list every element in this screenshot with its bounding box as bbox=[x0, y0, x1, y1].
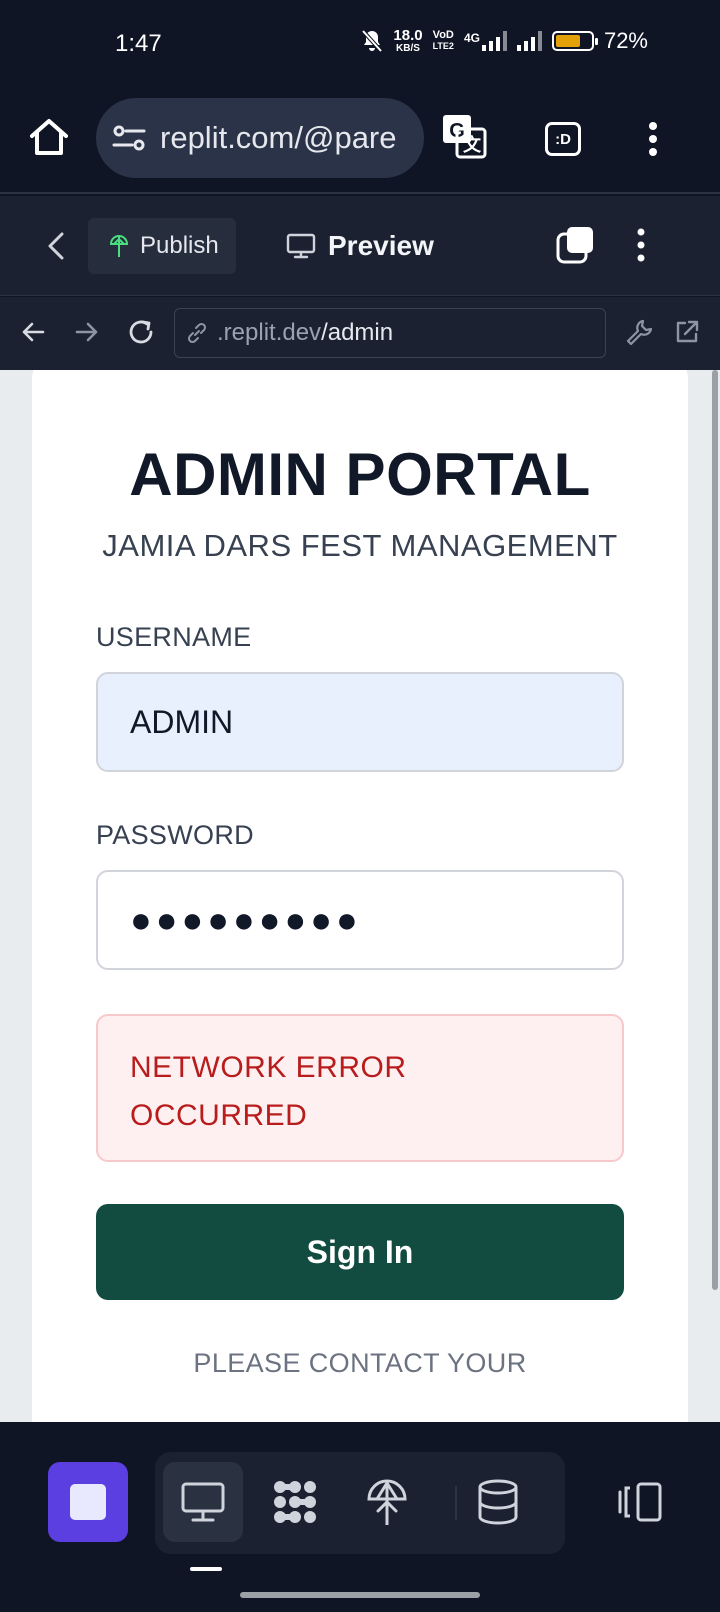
external-link-icon bbox=[676, 320, 699, 343]
preview-url-input[interactable]: .replit.dev/admin bbox=[174, 308, 606, 358]
arrow-right-icon bbox=[75, 322, 98, 342]
net-speed: 18.0 KB/S bbox=[393, 27, 423, 54]
tab-preview[interactable]: Preview bbox=[286, 218, 434, 274]
stop-icon bbox=[70, 1484, 106, 1520]
replit-toolbar: Publish Preview bbox=[0, 196, 720, 296]
home-button[interactable] bbox=[24, 112, 74, 162]
arrow-left-icon bbox=[22, 322, 45, 342]
preview-label: Preview bbox=[328, 230, 434, 261]
tabs-button[interactable] bbox=[552, 222, 598, 268]
status-time: 1:47 bbox=[115, 30, 162, 57]
kebab-menu-icon bbox=[637, 228, 645, 262]
mute-bell-icon bbox=[361, 29, 383, 53]
tool-group bbox=[155, 1452, 565, 1554]
status-bar: 1:47 18.0 KB/S VoD LTE2 4G 72% bbox=[0, 0, 720, 90]
battery-fill bbox=[555, 35, 581, 47]
page-subtitle: JAMIA DARS FEST MANAGEMENT bbox=[102, 528, 618, 563]
password-label: PASSWORD bbox=[96, 820, 254, 850]
home-icon bbox=[30, 119, 68, 155]
url-text: replit.com/@pare bbox=[160, 120, 397, 155]
extension-icon: :D bbox=[545, 122, 581, 156]
contact-admin-text: PLEASE CONTACT YOUR bbox=[193, 1348, 527, 1378]
login-form: ADMIN PORTAL JAMIA DARS FEST MANAGEMENT … bbox=[32, 360, 688, 1422]
tool-database[interactable] bbox=[458, 1462, 538, 1542]
username-value: ADMIN bbox=[130, 703, 234, 740]
tool-divider bbox=[455, 1486, 457, 1520]
panels-icon bbox=[618, 1482, 662, 1522]
translate-button[interactable]: G 文 bbox=[440, 112, 488, 160]
link-icon bbox=[187, 322, 207, 344]
svg-text:文: 文 bbox=[463, 134, 482, 155]
battery-percent: 72% bbox=[603, 28, 648, 53]
replit-menu-button[interactable] bbox=[618, 222, 664, 268]
reload-button[interactable] bbox=[122, 313, 160, 351]
wrench-icon bbox=[626, 319, 653, 346]
error-line-1: NETWORK ERROR bbox=[130, 1051, 407, 1084]
username-label: USERNAME bbox=[96, 622, 252, 652]
status-icons: 18.0 KB/S VoD LTE2 4G 72% bbox=[361, 28, 648, 54]
browser-toolbar: replit.com/@pare G 文 :D bbox=[0, 90, 720, 194]
open-new-tab-button[interactable] bbox=[668, 313, 706, 351]
scrollbar[interactable] bbox=[712, 370, 718, 1290]
nav-back-button[interactable] bbox=[14, 313, 52, 351]
tool-agent[interactable] bbox=[255, 1462, 335, 1542]
tool-deployments[interactable] bbox=[347, 1462, 427, 1542]
signal-bars-2-icon bbox=[516, 31, 542, 51]
stop-button[interactable] bbox=[48, 1462, 128, 1542]
signal-4g: 4G bbox=[464, 31, 507, 51]
tabs-icon bbox=[556, 227, 593, 264]
bottom-toolbar bbox=[0, 1422, 720, 1612]
publish-icon bbox=[109, 235, 129, 257]
tool-preview[interactable] bbox=[163, 1462, 243, 1542]
url-path: /admin bbox=[321, 319, 394, 346]
publish-label: Publish bbox=[140, 232, 219, 259]
reload-icon bbox=[129, 320, 153, 344]
browser-menu-button[interactable] bbox=[630, 116, 676, 162]
signal-bars-icon bbox=[481, 31, 507, 51]
translate-icon: G 文 bbox=[443, 115, 487, 159]
battery-icon bbox=[551, 31, 598, 51]
gesture-bar[interactable] bbox=[240, 1592, 480, 1598]
database-icon bbox=[478, 1479, 518, 1525]
extension-button[interactable]: :D bbox=[540, 116, 586, 162]
password-value: ●●●●●●●●● bbox=[130, 899, 362, 940]
devtools-button[interactable] bbox=[620, 313, 658, 351]
url-bar[interactable]: replit.com/@pare bbox=[96, 98, 424, 178]
volte-indicator: VoD LTE2 bbox=[432, 29, 454, 52]
active-tab-indicator bbox=[190, 1567, 222, 1571]
site-settings-icon bbox=[112, 125, 146, 151]
chevron-left-icon bbox=[48, 232, 64, 260]
nav-forward-button[interactable] bbox=[68, 313, 106, 351]
deploy-icon bbox=[367, 1479, 407, 1525]
error-line-2: OCCURRED bbox=[130, 1099, 308, 1132]
url-domain: .replit.dev bbox=[217, 319, 322, 346]
back-button[interactable] bbox=[40, 226, 76, 266]
publish-button[interactable]: Publish bbox=[88, 218, 236, 274]
agent-icon bbox=[274, 1481, 316, 1523]
extension-label: :D bbox=[555, 130, 571, 148]
monitor-icon bbox=[286, 233, 316, 259]
password-field[interactable]: ●●●●●●●●● bbox=[96, 870, 624, 970]
username-field[interactable]: ADMIN bbox=[96, 672, 624, 772]
monitor-icon bbox=[181, 1482, 225, 1522]
kebab-menu-icon bbox=[649, 122, 657, 156]
tool-layout[interactable] bbox=[600, 1462, 680, 1542]
error-alert: NETWORK ERROR OCCURRED bbox=[96, 1014, 624, 1162]
sign-in-button[interactable]: Sign In bbox=[96, 1204, 624, 1300]
page-title: ADMIN PORTAL bbox=[129, 441, 591, 508]
